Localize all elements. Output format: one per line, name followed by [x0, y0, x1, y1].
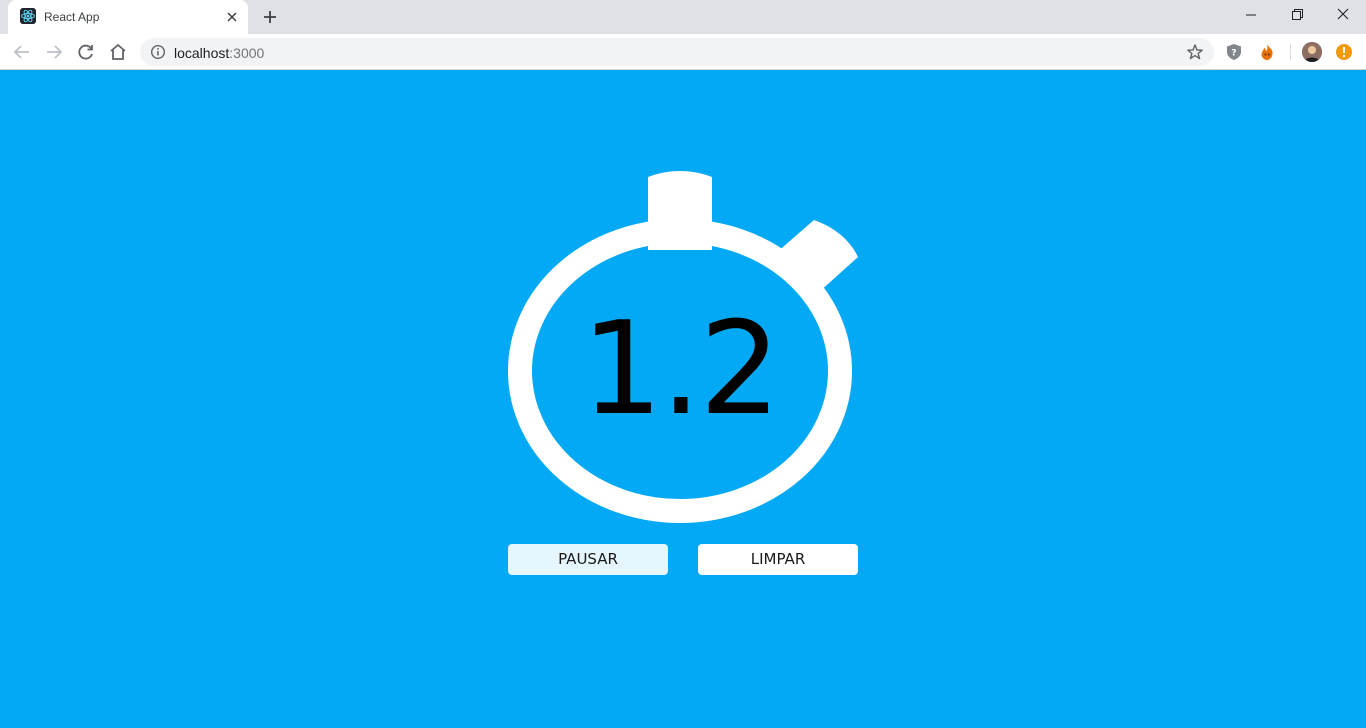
time-display: 1.2	[581, 295, 781, 444]
alert-icon[interactable]	[1334, 42, 1354, 62]
info-icon[interactable]	[150, 44, 166, 60]
toolbar-divider	[1290, 44, 1291, 60]
address-bar[interactable]: localhost:3000	[140, 38, 1214, 66]
restore-button[interactable]	[1274, 0, 1320, 30]
plus-icon[interactable]	[260, 7, 280, 27]
browser-toolbar: localhost:3000 ?	[0, 34, 1366, 70]
url-text: localhost:3000	[174, 45, 264, 61]
minimize-button[interactable]	[1228, 0, 1274, 30]
arrow-right-icon[interactable]	[43, 41, 65, 63]
react-logo-icon	[20, 8, 36, 24]
clear-button[interactable]: LIMPAR	[698, 544, 858, 575]
reload-icon[interactable]	[75, 41, 97, 63]
tab-title: React App	[44, 10, 100, 24]
arrow-left-icon[interactable]	[11, 41, 33, 63]
pause-button[interactable]: PAUSAR	[508, 544, 668, 575]
app-container: 1.2 PAUSAR LIMPAR	[0, 70, 1366, 728]
home-icon[interactable]	[107, 41, 129, 63]
url-host: localhost	[174, 45, 230, 61]
close-icon[interactable]	[224, 9, 240, 25]
tab-strip: React App	[0, 0, 1366, 34]
avatar[interactable]	[1302, 42, 1322, 62]
browser-tab[interactable]: React App	[8, 0, 248, 34]
url-port: :3000	[229, 45, 265, 61]
fire-icon[interactable]	[1257, 42, 1277, 62]
star-icon[interactable]	[1186, 43, 1204, 61]
shield-icon[interactable]: ?	[1224, 42, 1244, 62]
window-close-button[interactable]	[1320, 0, 1366, 30]
svg-text:?: ?	[1231, 49, 1236, 59]
